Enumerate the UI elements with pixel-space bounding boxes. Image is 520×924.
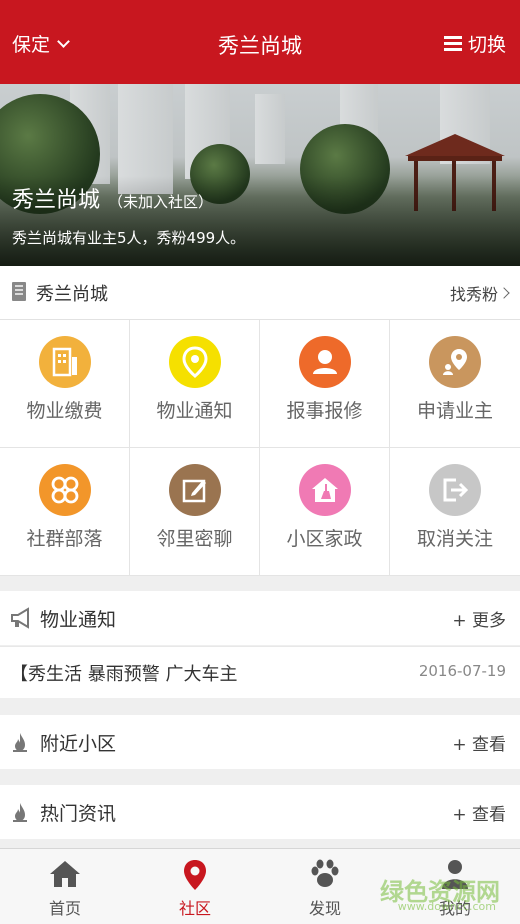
page-title: 秀兰尚城 — [218, 34, 302, 58]
edit-icon — [168, 464, 221, 516]
service-item[interactable]: 物业缴费 — [0, 320, 130, 448]
user-icon — [298, 336, 351, 388]
notice-item[interactable]: 【秀生活 暴雨预警 广大车主 2016-07-19 — [0, 646, 520, 698]
megaphone-icon — [11, 607, 29, 629]
community-stats: 秀兰尚城有业主5人，秀粉499人。 — [12, 229, 246, 247]
tab-label: 首页 — [48, 899, 81, 918]
flame-icon — [13, 733, 27, 752]
building-shape — [255, 94, 285, 164]
menu-icon — [443, 36, 462, 51]
tab-label: 发现 — [308, 899, 341, 918]
hotnews-section[interactable]: 热门资讯 + 查看 — [0, 785, 520, 839]
community-label: 秀兰尚城 — [36, 284, 108, 305]
chevron-right-icon — [498, 287, 510, 299]
notice-title: 物业通知 — [40, 609, 117, 631]
notice-item-title: 【秀生活 暴雨预警 广大车主 — [10, 664, 238, 685]
house-broom-icon — [298, 464, 351, 516]
notice-section-header: 物业通知 + 更多 — [0, 591, 520, 645]
service-label: 小区家政 — [286, 528, 363, 550]
service-item[interactable]: 邻里密聊 — [130, 448, 260, 576]
location-pin-icon — [168, 336, 221, 388]
owner-location-icon — [429, 336, 481, 388]
hotnews-title: 热门资讯 — [40, 803, 117, 825]
join-status: （未加入社区） — [108, 193, 214, 211]
service-label: 申请业主 — [416, 400, 493, 422]
building-bill-icon — [38, 336, 91, 388]
service-label: 物业通知 — [156, 400, 233, 422]
service-item[interactable]: 申请业主 — [390, 320, 520, 448]
service-label: 报事报修 — [286, 400, 363, 422]
notice-item-date: 2016-07-19 — [418, 662, 506, 680]
community-banner[interactable]: 秀兰尚城 （未加入社区） 秀兰尚城有业主5人，秀粉499人。 — [0, 84, 520, 266]
watermark-url: www.downcc.com — [397, 900, 496, 913]
exit-icon — [429, 464, 481, 516]
community-name: 秀兰尚城 — [12, 188, 101, 213]
tab-home[interactable]: 首页 — [0, 849, 130, 924]
service-label: 取消关注 — [416, 528, 493, 550]
tab-label: 社区 — [178, 899, 211, 918]
top-bar: 保定 秀兰尚城 切换 — [0, 0, 520, 84]
service-item[interactable]: 取消关注 — [390, 448, 520, 576]
hotnews-view-link[interactable]: + 查看 — [452, 800, 506, 825]
building-icon — [12, 282, 26, 301]
banner-title: 秀兰尚城 （未加入社区） — [12, 182, 213, 214]
tab-discover[interactable]: 发现 — [260, 849, 390, 924]
home-icon — [50, 861, 80, 887]
switch-label: 切换 — [467, 34, 506, 56]
service-item[interactable]: 社群部落 — [0, 448, 130, 576]
clover-icon — [38, 464, 91, 516]
switch-button[interactable]: 切换 — [443, 30, 506, 57]
service-item[interactable]: 报事报修 — [260, 320, 390, 448]
flame-icon — [13, 803, 27, 822]
service-item[interactable]: 物业通知 — [130, 320, 260, 448]
service-label: 邻里密聊 — [156, 528, 233, 550]
service-label: 物业缴费 — [26, 400, 103, 422]
service-grid: 物业缴费 物业通知 报事报修 申请业主 社群部落 邻里密聊 小区家政 取消关注 — [0, 320, 520, 576]
nearby-section[interactable]: 附近小区 + 查看 — [0, 715, 520, 769]
notice-more-link[interactable]: + 更多 — [452, 606, 506, 631]
service-item[interactable]: 小区家政 — [260, 448, 390, 576]
find-fans-link[interactable]: 找秀粉 — [450, 281, 498, 305]
paw-icon — [311, 859, 339, 887]
map-pin-icon — [184, 860, 206, 890]
nearby-view-link[interactable]: + 查看 — [452, 730, 506, 755]
community-header: 秀兰尚城 找秀粉 — [0, 266, 520, 320]
nearby-title: 附近小区 — [40, 733, 117, 755]
tab-community[interactable]: 社区 — [130, 849, 260, 924]
service-label: 社群部落 — [26, 528, 103, 550]
